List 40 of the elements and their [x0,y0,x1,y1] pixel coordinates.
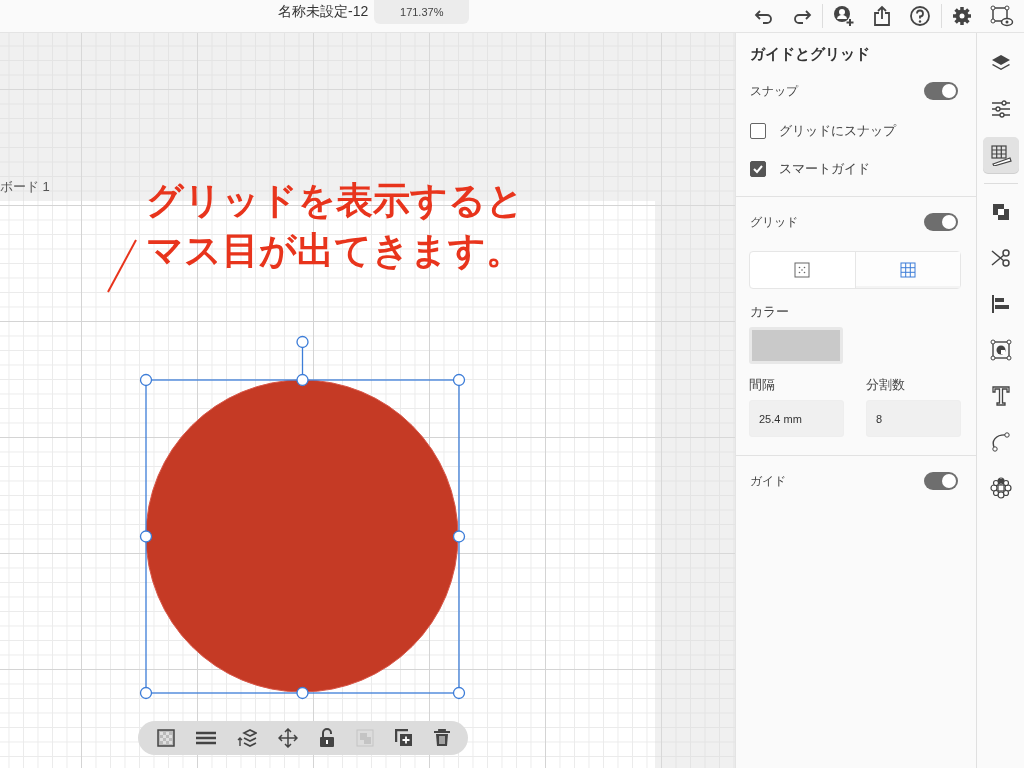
color-swatch[interactable] [749,327,843,364]
circle-shape[interactable] [144,378,460,694]
checkbox-label: スマートガイド [779,160,870,178]
guides-toggle[interactable] [924,472,958,490]
grid-ruler-icon[interactable] [982,137,1019,173]
divisions-field[interactable]: 8 [866,400,961,437]
grid-icon [899,262,916,278]
checkbox-label: グリッドにスナップ [779,122,896,140]
divisions-label: 分割数 [866,376,906,394]
lines-icon[interactable] [195,731,216,745]
leader-line [106,238,138,294]
checkbox[interactable] [750,161,766,177]
guides-label: ガイド [750,472,786,490]
grid-toggle[interactable] [924,213,958,231]
add-user-icon[interactable] [833,5,855,27]
delete-icon[interactable] [433,729,450,747]
zoom-level[interactable]: 171.37% [374,0,470,24]
artboard-label: ボード 1 [0,178,50,196]
snap-label: スナップ [750,82,798,100]
panel-title: ガイドとグリッド [749,45,871,64]
move-icon[interactable] [277,728,298,748]
annotation-text: グリッドを表示すると マス目が出てきます。 [146,179,524,273]
help-icon[interactable] [909,5,931,27]
snap-toggle[interactable] [924,82,958,100]
layers-icon[interactable] [236,728,257,748]
undo-icon[interactable] [754,8,774,24]
duplicate-icon[interactable] [394,729,413,747]
document-title: 名称未設定-12 [278,3,369,21]
color-label: カラー [749,303,790,321]
settings-icon[interactable] [952,6,972,26]
preview-icon[interactable] [990,5,1014,27]
spacing-field[interactable]: 25.4 mm [749,400,844,437]
unlock-icon[interactable] [318,728,335,748]
checkbox[interactable] [750,123,766,139]
share-icon[interactable] [873,5,891,27]
checker-icon[interactable] [156,729,175,747]
spacing-label: 間隔 [749,376,776,394]
redo-icon[interactable] [792,8,812,24]
dot-grid-icon [794,262,811,278]
grid-label: グリッド [750,213,798,231]
